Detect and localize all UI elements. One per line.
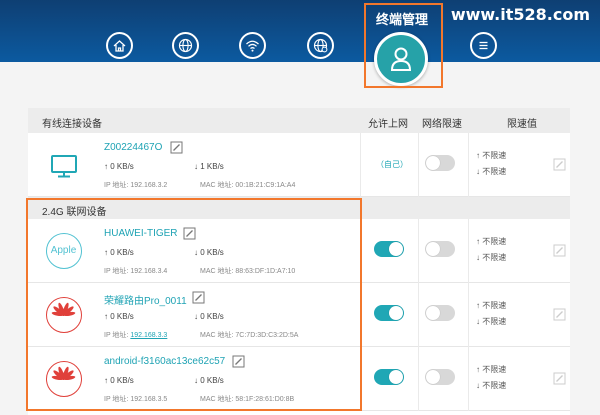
allow-internet-toggle[interactable] bbox=[374, 369, 404, 385]
upload-speed: ↑ 0 KB/s bbox=[104, 162, 134, 171]
upload-limit: ↑ 不限速 bbox=[476, 301, 507, 310]
top-nav-bar: www.it528.com 终端管理 bbox=[0, 0, 600, 62]
mac-address: MAC 地址: 00:1B:21:C9:1A:A4 bbox=[200, 182, 296, 189]
net-limit-toggle[interactable] bbox=[425, 369, 455, 385]
column-divider bbox=[418, 347, 419, 411]
upload-limit: ↑ 不限速 bbox=[476, 237, 507, 246]
highlight-box-wifi-devices bbox=[26, 198, 362, 411]
download-limit: ↓ 不限速 bbox=[476, 167, 507, 176]
device-name: Z00224467O bbox=[104, 142, 163, 153]
column-divider bbox=[468, 219, 469, 283]
table-header: 有线连接设备 允许上网 网络限速 限速值 bbox=[28, 108, 570, 133]
download-limit: ↓ 不限速 bbox=[476, 381, 507, 390]
column-divider bbox=[468, 133, 469, 197]
settings-globe-icon[interactable] bbox=[307, 32, 334, 59]
net-limit-header: 网络限速 bbox=[422, 119, 462, 130]
ip-address: IP 地址: 192.168.3.2 bbox=[104, 182, 168, 189]
home-icon[interactable] bbox=[106, 32, 133, 59]
monitor-icon bbox=[46, 147, 82, 183]
allow-internet-toggle[interactable] bbox=[374, 241, 404, 257]
net-limit-toggle[interactable] bbox=[425, 241, 455, 257]
column-divider bbox=[418, 133, 419, 197]
net-limit-toggle[interactable] bbox=[425, 305, 455, 321]
wired-section-label: 有线连接设备 bbox=[42, 119, 102, 130]
edit-limit-icon[interactable] bbox=[553, 158, 566, 176]
site-watermark: www.it528.com bbox=[450, 5, 590, 24]
edit-limit-icon[interactable] bbox=[553, 372, 566, 390]
column-divider bbox=[468, 283, 469, 347]
allow-internet-header: 允许上网 bbox=[368, 119, 408, 130]
internet-globe-icon[interactable] bbox=[172, 32, 199, 59]
wifi-icon[interactable] bbox=[239, 32, 266, 59]
self-device-tag: （自己） bbox=[376, 160, 408, 169]
column-divider bbox=[468, 347, 469, 411]
edit-limit-icon[interactable] bbox=[553, 244, 566, 262]
column-divider bbox=[360, 133, 361, 197]
edit-limit-icon[interactable] bbox=[553, 308, 566, 326]
menu-icon[interactable] bbox=[470, 32, 497, 59]
column-divider bbox=[418, 283, 419, 347]
table-row: Z00224467O ↑ 0 KB/s ↓ 1 KB/s IP 地址: 192.… bbox=[28, 133, 570, 197]
allow-internet-toggle[interactable] bbox=[374, 305, 404, 321]
upload-limit: ↑ 不限速 bbox=[476, 151, 507, 160]
net-limit-toggle[interactable] bbox=[425, 155, 455, 171]
limit-value-header: 限速值 bbox=[507, 119, 537, 130]
download-limit: ↓ 不限速 bbox=[476, 253, 507, 262]
edit-name-icon[interactable] bbox=[170, 141, 183, 159]
download-speed: ↓ 1 KB/s bbox=[194, 162, 224, 171]
download-limit: ↓ 不限速 bbox=[476, 317, 507, 326]
column-divider bbox=[418, 219, 419, 283]
highlight-box-terminal-tab bbox=[364, 3, 443, 88]
upload-limit: ↑ 不限速 bbox=[476, 365, 507, 374]
